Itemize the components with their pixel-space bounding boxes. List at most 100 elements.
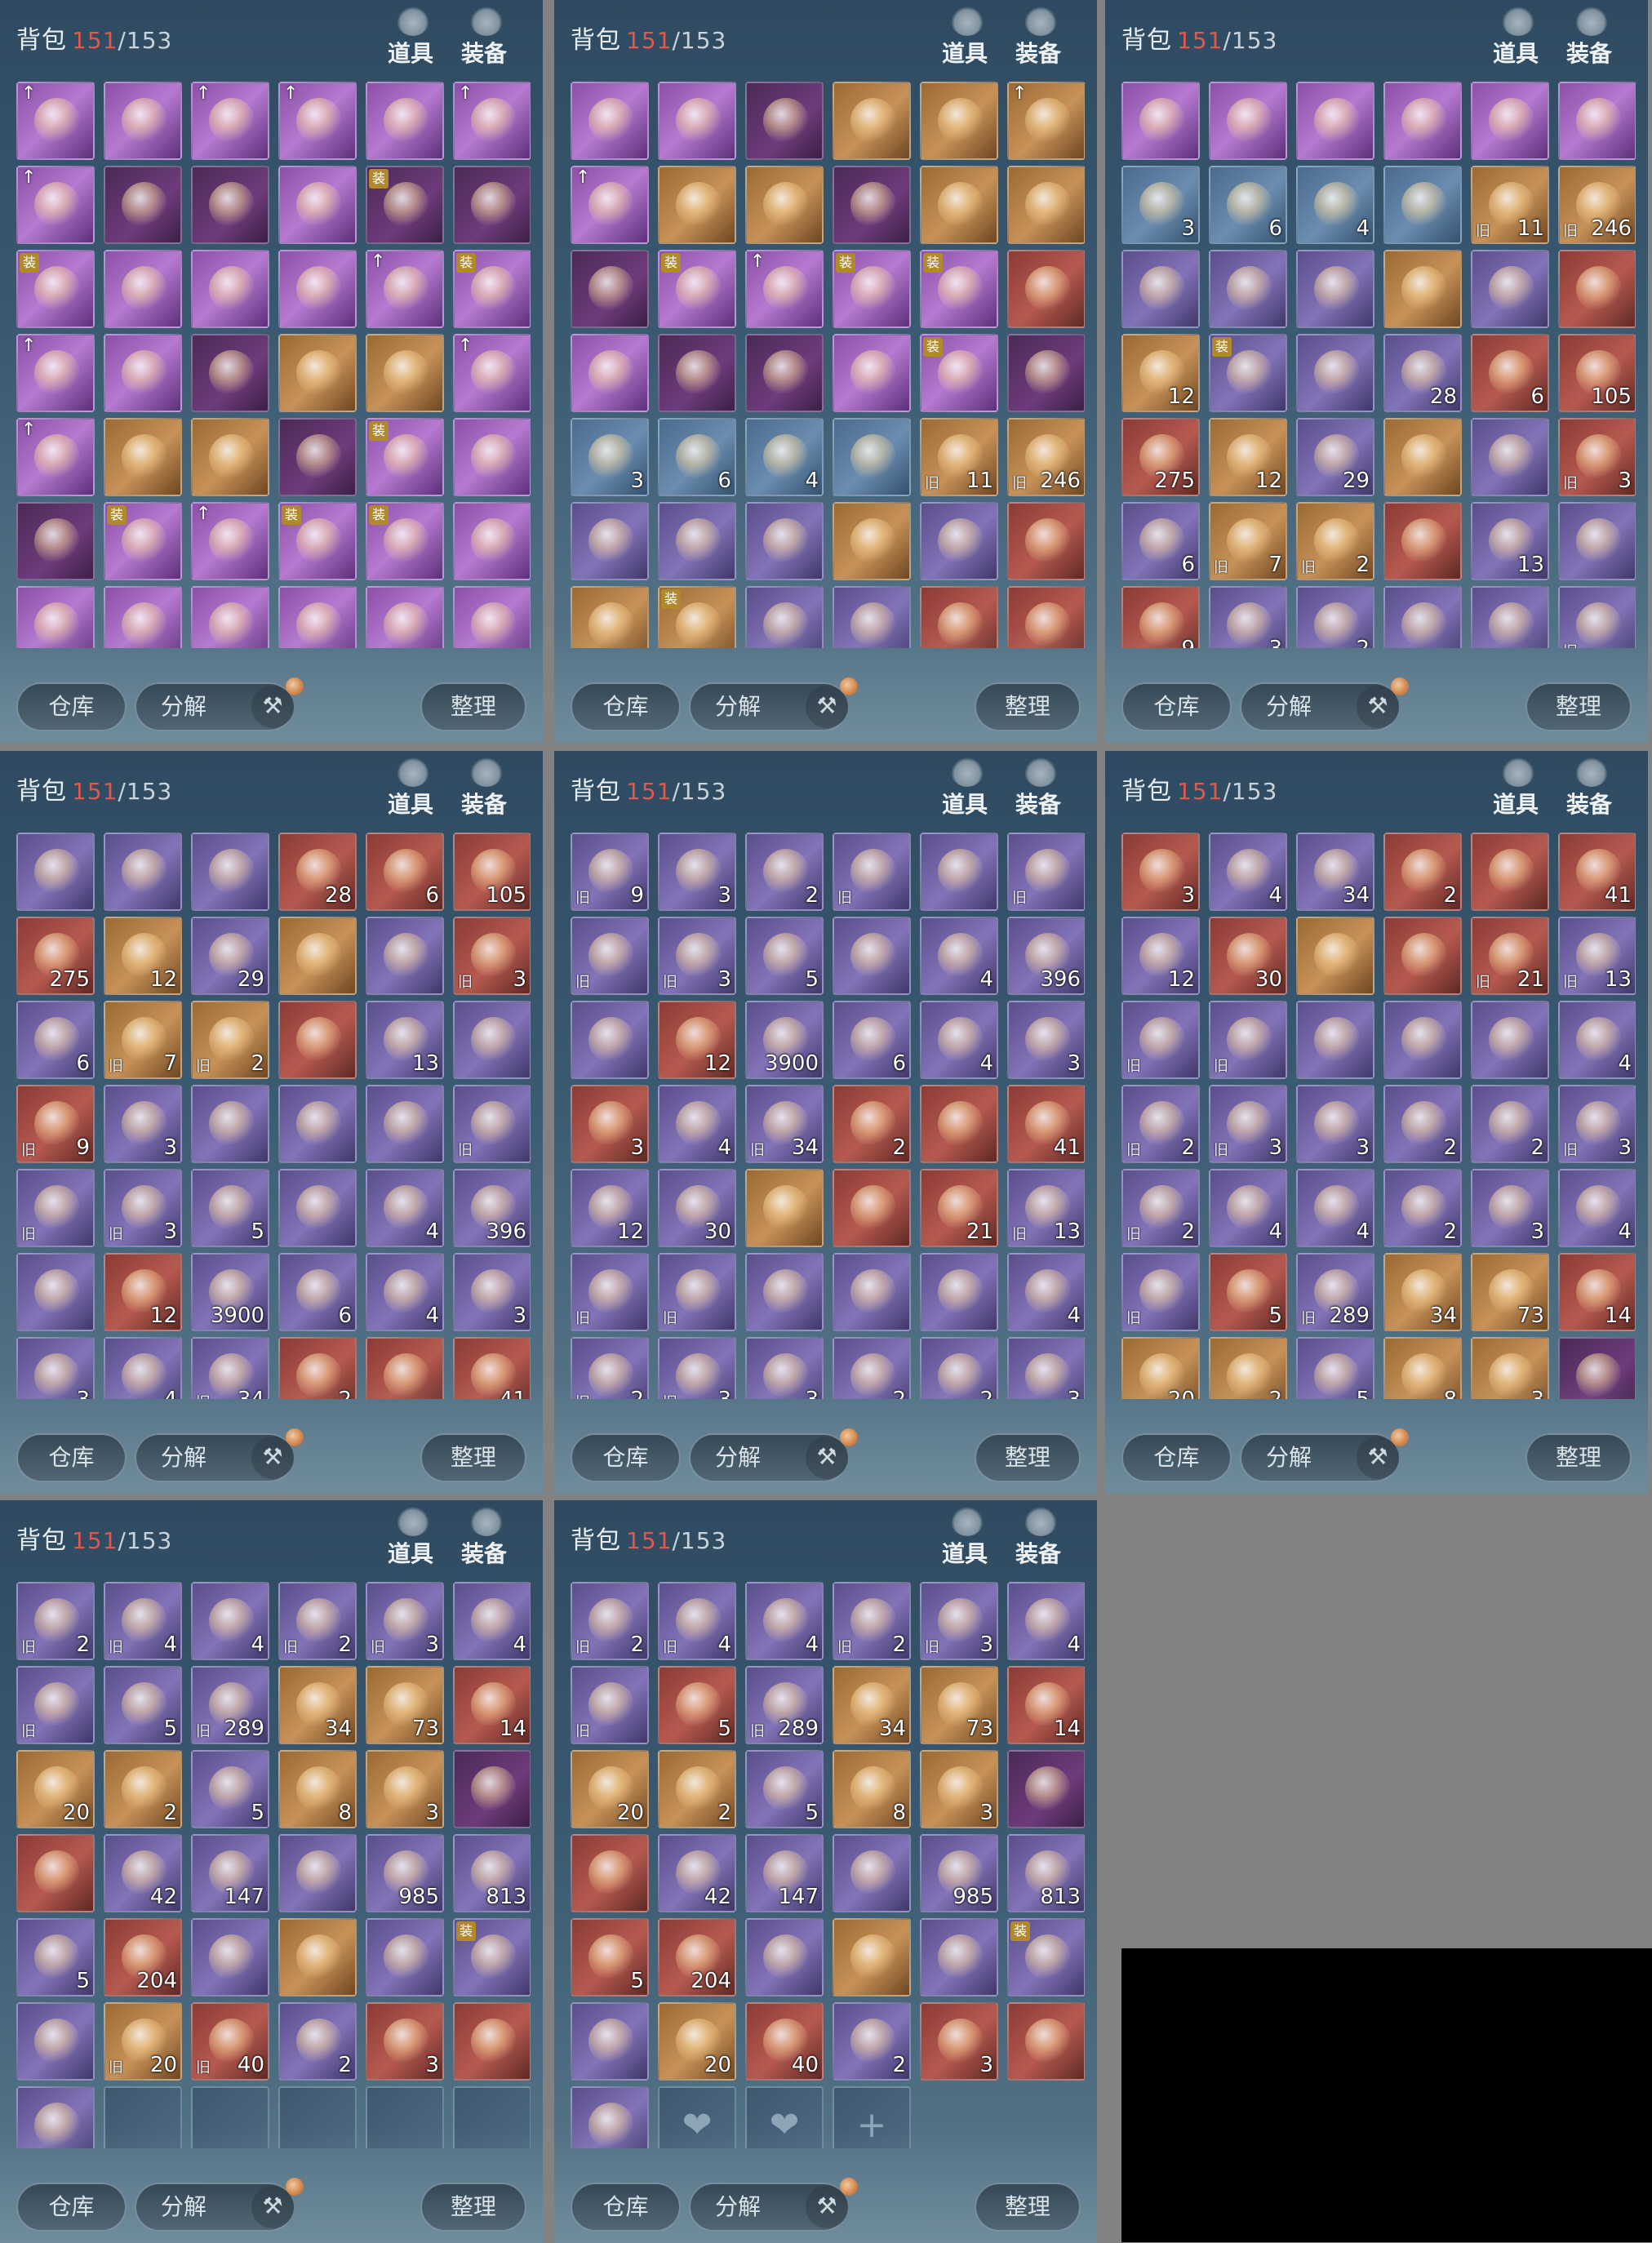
item-slot[interactable]: 34 旧: [191, 1337, 269, 1399]
item-slot[interactable]: [745, 586, 824, 648]
item-slot[interactable]: [571, 82, 649, 160]
item-slot[interactable]: [104, 82, 182, 160]
tab-items[interactable]: 道具: [936, 7, 993, 67]
item-slot[interactable]: [1383, 917, 1462, 995]
item-slot[interactable]: 6: [366, 833, 444, 911]
item-slot[interactable]: [191, 334, 269, 412]
item-slot[interactable]: 旧: [1007, 833, 1085, 911]
item-slot[interactable]: ↑: [453, 334, 531, 412]
item-slot[interactable]: 3: [1471, 1169, 1549, 1247]
item-slot[interactable]: [278, 334, 357, 412]
item-slot[interactable]: 装: [453, 250, 531, 328]
empty-slot[interactable]: [453, 2086, 531, 2148]
item-slot[interactable]: [278, 1918, 357, 1996]
item-slot[interactable]: [1558, 502, 1636, 580]
empty-slot[interactable]: ❤: [658, 2086, 736, 2148]
item-slot[interactable]: 40 旧: [191, 2002, 269, 2081]
item-slot[interactable]: 40: [745, 2002, 824, 2081]
item-slot[interactable]: 6: [1209, 166, 1287, 244]
item-slot[interactable]: [191, 1085, 269, 1163]
item-slot[interactable]: 5: [191, 1169, 269, 1247]
item-slot[interactable]: [833, 586, 911, 648]
item-slot[interactable]: [833, 82, 911, 160]
sort-button[interactable]: 整理: [420, 682, 526, 731]
item-slot[interactable]: 2旧: [1296, 502, 1374, 580]
tab-equipment[interactable]: 装备: [1010, 757, 1067, 818]
item-slot[interactable]: 3旧: [1209, 1085, 1287, 1163]
empty-slot[interactable]: [191, 2086, 269, 2148]
empty-slot[interactable]: +: [833, 2086, 911, 2148]
item-slot[interactable]: [571, 1834, 649, 1912]
item-slot[interactable]: 6: [1471, 334, 1549, 412]
item-slot[interactable]: 3: [104, 1085, 182, 1163]
item-slot[interactable]: 41: [1558, 833, 1636, 911]
item-slot[interactable]: 2: [920, 1337, 998, 1399]
item-slot[interactable]: 4: [104, 1337, 182, 1399]
item-slot[interactable]: 装: [104, 502, 182, 580]
item-slot[interactable]: 73: [1471, 1253, 1549, 1331]
item-slot[interactable]: 4: [1007, 1582, 1085, 1660]
item-slot[interactable]: 2: [278, 1337, 357, 1399]
item-slot[interactable]: [571, 2086, 649, 2148]
item-slot[interactable]: [16, 2002, 95, 2081]
item-slot[interactable]: 旧: [658, 1253, 736, 1331]
item-slot[interactable]: 14: [1558, 1253, 1636, 1331]
tab-equipment[interactable]: 装备: [1561, 7, 1618, 67]
item-slot[interactable]: [1471, 250, 1549, 328]
item-slot[interactable]: 289 旧: [191, 1666, 269, 1744]
item-slot[interactable]: [745, 1169, 824, 1247]
item-slot[interactable]: 装: [278, 502, 357, 580]
item-slot[interactable]: 11 旧: [1471, 166, 1549, 244]
item-slot[interactable]: [1296, 82, 1374, 160]
item-slot[interactable]: [366, 334, 444, 412]
item-slot[interactable]: [1383, 250, 1462, 328]
warehouse-button[interactable]: 仓库: [571, 2183, 681, 2232]
item-slot[interactable]: 4: [1296, 166, 1374, 244]
item-slot[interactable]: [191, 250, 269, 328]
item-slot[interactable]: [1471, 418, 1549, 496]
item-slot[interactable]: [833, 917, 911, 995]
sort-button[interactable]: 整理: [975, 1433, 1081, 1482]
item-slot[interactable]: [1558, 1337, 1636, 1399]
item-slot[interactable]: 3: [16, 1337, 95, 1399]
item-slot[interactable]: [1471, 82, 1549, 160]
item-slot[interactable]: [1007, 1750, 1085, 1828]
warehouse-button[interactable]: 仓库: [16, 1433, 127, 1482]
item-slot[interactable]: 20: [16, 1750, 95, 1828]
item-slot[interactable]: [366, 917, 444, 995]
tab-items[interactable]: 道具: [382, 757, 439, 818]
item-slot[interactable]: [571, 250, 649, 328]
warehouse-button[interactable]: 仓库: [571, 682, 681, 731]
item-slot[interactable]: [1383, 586, 1462, 648]
item-slot[interactable]: 2旧: [571, 1582, 649, 1660]
item-slot[interactable]: 2: [833, 1337, 911, 1399]
item-slot[interactable]: ↑: [16, 82, 95, 160]
item-slot[interactable]: 2: [1471, 1085, 1549, 1163]
tab-equipment[interactable]: 装备: [1010, 1507, 1067, 1567]
warehouse-button[interactable]: 仓库: [16, 2183, 127, 2232]
sort-button[interactable]: 整理: [420, 1433, 526, 1482]
item-slot[interactable]: [1007, 334, 1085, 412]
item-slot[interactable]: 旧: [571, 1253, 649, 1331]
item-slot[interactable]: [658, 82, 736, 160]
item-slot[interactable]: 396: [1007, 917, 1085, 995]
item-slot[interactable]: 396: [453, 1169, 531, 1247]
item-slot[interactable]: 6: [833, 1001, 911, 1079]
item-slot[interactable]: 旧: [16, 1666, 95, 1744]
item-slot[interactable]: [366, 1085, 444, 1163]
item-slot[interactable]: 3900: [191, 1253, 269, 1331]
item-slot[interactable]: 2: [1383, 1085, 1462, 1163]
item-slot[interactable]: 旧: [453, 1085, 531, 1163]
item-slot[interactable]: 5: [745, 1750, 824, 1828]
empty-slot[interactable]: [104, 2086, 182, 2148]
item-slot[interactable]: 20: [658, 2002, 736, 2081]
item-slot[interactable]: [191, 166, 269, 244]
item-slot[interactable]: 3: [658, 833, 736, 911]
item-slot[interactable]: [104, 250, 182, 328]
item-slot[interactable]: 2: [745, 833, 824, 911]
item-slot[interactable]: [1007, 166, 1085, 244]
item-slot[interactable]: 20: [571, 1750, 649, 1828]
item-slot[interactable]: 985: [366, 1834, 444, 1912]
tab-items[interactable]: 道具: [1487, 7, 1544, 67]
item-slot[interactable]: [104, 418, 182, 496]
